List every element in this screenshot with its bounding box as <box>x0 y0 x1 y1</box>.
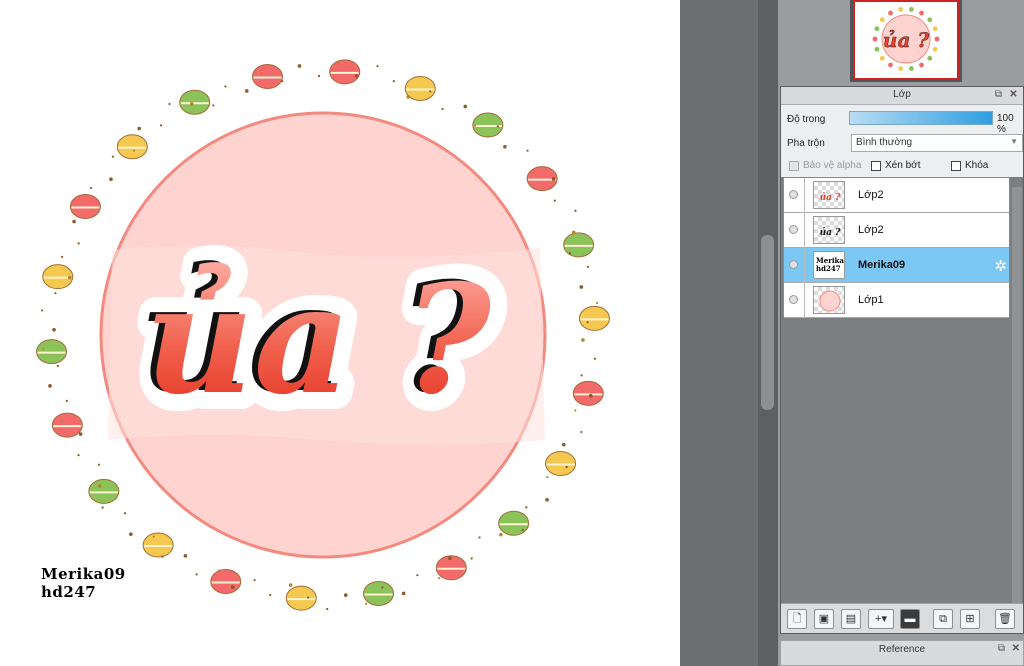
canvas-gutter <box>680 0 758 666</box>
visibility-icon[interactable] <box>789 225 798 234</box>
float-window-icon[interactable]: ⧉ <box>992 89 1005 102</box>
svg-text:ủa ?: ủa ? <box>883 28 929 52</box>
svg-text:ủa ?: ủa ? <box>820 192 842 203</box>
layer-toolbar: 🗋 ▣ ▤ +▾ ▬ ⧉ ⊞ 🗑 <box>781 603 1023 633</box>
add-layer-dropdown-icon[interactable]: +▾ <box>868 609 894 629</box>
app-window: ủa ? ủa ? ủa ? Merika09 hd247 ủa ? Lớp ⧉… <box>0 0 1024 666</box>
layer-thumbnail: ủa ? <box>813 216 845 244</box>
navigator-preview[interactable]: ủa ? <box>850 0 962 82</box>
layer-panel: Lớp ⧉ ✕ Độ trong 100 % Pha trộn Bình thư… <box>780 86 1024 634</box>
lock-checkbox[interactable]: Khóa <box>951 160 988 171</box>
opacity-label: Độ trong <box>787 114 826 125</box>
opacity-value: 100 % <box>997 113 1014 135</box>
visibility-icon[interactable] <box>789 260 798 269</box>
layer-panel-title: Lớp <box>893 89 911 100</box>
svg-text:ủa ?: ủa ? <box>820 227 842 238</box>
clipping-label: Xén bớt <box>885 160 921 171</box>
reference-panel-title: Reference <box>878 644 926 655</box>
trash-icon[interactable]: 🗑 <box>995 609 1015 629</box>
folder-icon[interactable]: ▬ <box>900 609 920 629</box>
layer-properties: Độ trong 100 % Pha trộn Bình thường ▼ Bả… <box>781 105 1023 177</box>
side-panel: ủa ? Lớp ⧉ ✕ Độ trong 100 % Pha trộn Bìn… <box>778 0 1024 666</box>
gear-icon[interactable]: ✲ <box>994 257 1007 275</box>
new-vector-layer-icon[interactable]: ▤ <box>841 609 861 629</box>
opacity-slider[interactable] <box>849 111 993 125</box>
close-icon[interactable]: ✕ <box>1007 89 1020 102</box>
blend-mode-value: Bình thường <box>856 137 913 148</box>
blend-mode-select[interactable]: Bình thường ▼ <box>851 134 1023 152</box>
artwork-text: ủa ? <box>145 252 493 428</box>
layer-name: Lớp1 <box>858 294 884 306</box>
protect-alpha-checkbox[interactable]: Bảo vệ alpha <box>789 160 861 171</box>
lock-label: Khóa <box>965 160 989 171</box>
clipping-checkbox[interactable]: Xén bớt <box>871 160 920 171</box>
protect-alpha-label: Bảo vệ alpha <box>803 160 862 171</box>
visibility-icon[interactable] <box>789 190 798 199</box>
layer-name: Lớp2 <box>858 224 884 236</box>
navigator-frame[interactable]: ủa ? <box>853 0 959 80</box>
float-window-icon[interactable]: ⧉ <box>998 643 1005 654</box>
drawing-canvas[interactable]: ủa ? ủa ? ủa ? Merika09 hd247 <box>0 0 680 666</box>
close-icon[interactable]: ✕ <box>1012 643 1020 654</box>
signature-name: Merika09 <box>41 565 126 583</box>
layer-name: Lớp2 <box>858 189 884 201</box>
layer-row[interactable]: ủa ? Lớp2 <box>784 213 1009 248</box>
checkbox-box <box>789 160 799 171</box>
merge-layer-icon[interactable]: ⊞ <box>960 609 980 629</box>
layer-panel-titlebar[interactable]: Lớp ⧉ ✕ <box>781 87 1023 105</box>
navigator-thumbnail: ủa ? <box>872 7 940 71</box>
reference-panel[interactable]: Reference ⧉ ✕ <box>780 640 1024 666</box>
layer-list: ủa ? Lớp2 ủa ? Lớp2 Merika hd247 Merika0… <box>783 177 1010 318</box>
visibility-icon[interactable] <box>789 295 798 304</box>
vertical-scrollbar[interactable] <box>758 0 778 666</box>
layer-row[interactable]: ủa ? Lớp2 <box>784 178 1009 213</box>
blend-mode-label: Pha trộn <box>787 138 825 149</box>
layer-list-scrollbar[interactable] <box>1012 187 1022 607</box>
layer-row-selected[interactable]: Merika09 hd247 Merika09 ✲ <box>784 248 1009 283</box>
layer-thumbnail <box>813 286 845 314</box>
svg-text:hd247: hd247 <box>816 264 841 273</box>
checkbox-box <box>951 160 961 171</box>
chevron-down-icon: ▼ <box>1010 137 1018 146</box>
duplicate-layer-icon[interactable]: ⧉ <box>933 609 953 629</box>
scrollbar-thumb[interactable] <box>761 235 774 410</box>
new-raster-layer-icon[interactable]: ▣ <box>814 609 834 629</box>
layer-thumbnail: ủa ? <box>813 181 845 209</box>
layer-name: Merika09 <box>858 259 906 271</box>
layer-thumbnail: Merika09 hd247 <box>813 251 845 279</box>
layer-row[interactable]: Lớp1 <box>784 283 1009 318</box>
new-layer-icon[interactable]: 🗋 <box>787 609 807 629</box>
checkbox-box <box>871 160 881 171</box>
signature-id: hd247 <box>41 583 97 601</box>
